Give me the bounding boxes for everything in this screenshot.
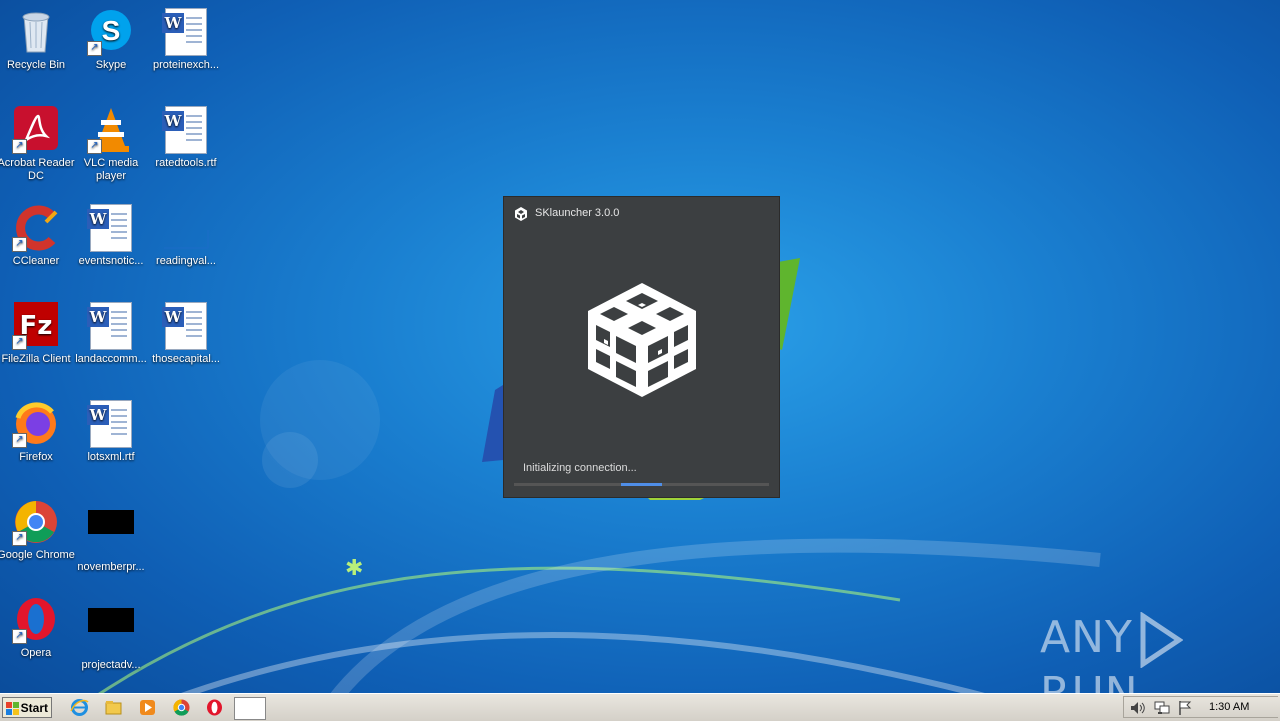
desktop-icon-proteinexch[interactable]: W proteinexch... [147,8,225,72]
desktop-icon-label: readingval... [156,255,216,267]
recycle-bin-icon [12,8,60,56]
svg-text:S: S [102,15,121,46]
black-thumbnail-icon [87,608,135,656]
shortcut-arrow-icon: ↗ [87,41,102,56]
desktop-icon-vlc[interactable]: ↗ VLC media player [72,106,150,183]
vlc-icon: ↗ [87,106,135,154]
chrome-icon: ↗ [12,498,60,546]
desktop-icon-label: Recycle Bin [6,59,66,71]
desktop-icon-opera[interactable]: ↗ Opera [0,596,75,660]
explorer-icon[interactable] [104,698,123,717]
volume-icon[interactable] [1130,701,1146,715]
skype-icon: S ↗ [87,8,135,56]
firefox-icon: ↗ [12,400,60,448]
desktop-icon-filezilla[interactable]: Fz ↗ FileZilla Client [0,302,75,366]
word-document-icon: W [162,8,210,56]
sklauncher-splash-window: SKlauncher 3.0.0 Initializing connection… [503,196,780,498]
network-icon[interactable] [1154,701,1170,715]
ccleaner-icon: ↗ [12,204,60,252]
start-label: Start [20,701,48,715]
chrome-icon[interactable] [172,698,191,717]
play-logo-icon [1140,612,1183,668]
desktop-icon-label: landaccomm... [75,353,147,365]
desktop-icon-chrome[interactable]: ↗ Google Chrome [0,498,75,562]
desktop-icon-recycle-bin[interactable]: Recycle Bin [0,8,75,72]
desktop-icon-label: ratedtools.rtf [155,157,217,169]
loading-progress-fill [621,483,662,486]
shortcut-arrow-icon: ↗ [12,629,27,644]
internet-explorer-icon[interactable] [70,698,89,717]
desktop-icon-readingval[interactable]: readingval... [147,204,225,268]
action-center-flag-icon[interactable] [1178,700,1192,716]
opera-icon: ↗ [12,596,60,644]
window-title: SKlauncher 3.0.0 [535,207,620,219]
desktop-icon-lotsxml[interactable]: W lotsxml.rtf [72,400,150,464]
desktop-icon-label: lotsxml.rtf [87,451,135,463]
desktop-icon-eventsnotic[interactable]: W eventsnotic... [72,204,150,268]
desktop-icon-label: Google Chrome [0,549,75,561]
desktop-icon-label: FileZilla Client [1,353,71,365]
desktop-icon-label: CCleaner [12,255,60,267]
shortcut-arrow-icon: ↗ [12,335,27,350]
watermark-text-left: ANY [1040,612,1133,663]
taskbar-clock[interactable]: 1:30 AM [1209,701,1249,713]
desktop-icon-label: Skype [95,59,127,71]
sklauncher-logo-icon [588,283,696,397]
blank-file-icon [162,204,210,252]
windows-flag-icon [6,702,19,715]
shortcut-arrow-icon: ↗ [12,433,27,448]
filezilla-icon: Fz ↗ [12,302,60,350]
word-document-icon: W [162,106,210,154]
desktop-icon-firefox[interactable]: ↗ Firefox [0,400,75,464]
desktop-icon-label: VLC media player [83,157,139,182]
start-button[interactable]: Start [2,697,52,718]
desktop-icon-label: projectadv... [81,659,141,671]
desktop-icon-ratedtools[interactable]: W ratedtools.rtf [147,106,225,170]
shortcut-arrow-icon: ↗ [12,237,27,252]
word-document-icon: W [87,204,135,252]
taskbar: Start 1:30 AM [0,693,1280,721]
desktop-icon-skype[interactable]: S ↗ Skype [72,8,150,72]
acrobat-icon: ↗ [12,106,60,154]
word-document-icon: W [87,400,135,448]
desktop-icon-label: proteinexch... [152,59,220,71]
desktop-icon-projectadv[interactable]: projectadv... [72,596,150,672]
media-player-icon[interactable] [138,698,157,717]
desktop-icon-label: thosecapital... [152,353,220,365]
loading-progress-bar [514,483,769,486]
shortcut-arrow-icon: ↗ [87,139,102,154]
taskbar-window-button[interactable] [234,697,266,720]
desktop-icon-novemberpr[interactable]: novemberpr... [72,498,150,574]
desktop-icon-acrobat[interactable]: ↗ Acrobat Reader DC [0,106,75,183]
system-tray [1123,696,1278,718]
desktop-icon-ccleaner[interactable]: ↗ CCleaner [0,204,75,268]
word-document-icon: W [162,302,210,350]
desktop-icon-label: Firefox [19,451,53,463]
word-document-icon: W [87,302,135,350]
svg-text:✱: ✱ [345,556,363,581]
opera-icon[interactable] [205,698,224,717]
desktop-icon-label: Acrobat Reader DC [0,157,75,182]
shortcut-arrow-icon: ↗ [12,139,27,154]
shortcut-arrow-icon: ↗ [12,531,27,546]
desktop-icon-label: eventsnotic... [78,255,144,267]
sklauncher-title-icon [515,207,527,221]
desktop-icon-thosecapital[interactable]: W thosecapital... [147,302,225,366]
desktop-icon-landaccomm[interactable]: W landaccomm... [72,302,150,366]
loading-status-text: Initializing connection... [523,462,637,474]
desktop-icon-label: novemberpr... [77,561,145,573]
black-thumbnail-icon [87,510,135,558]
desktop-icon-label: Opera [20,647,52,659]
